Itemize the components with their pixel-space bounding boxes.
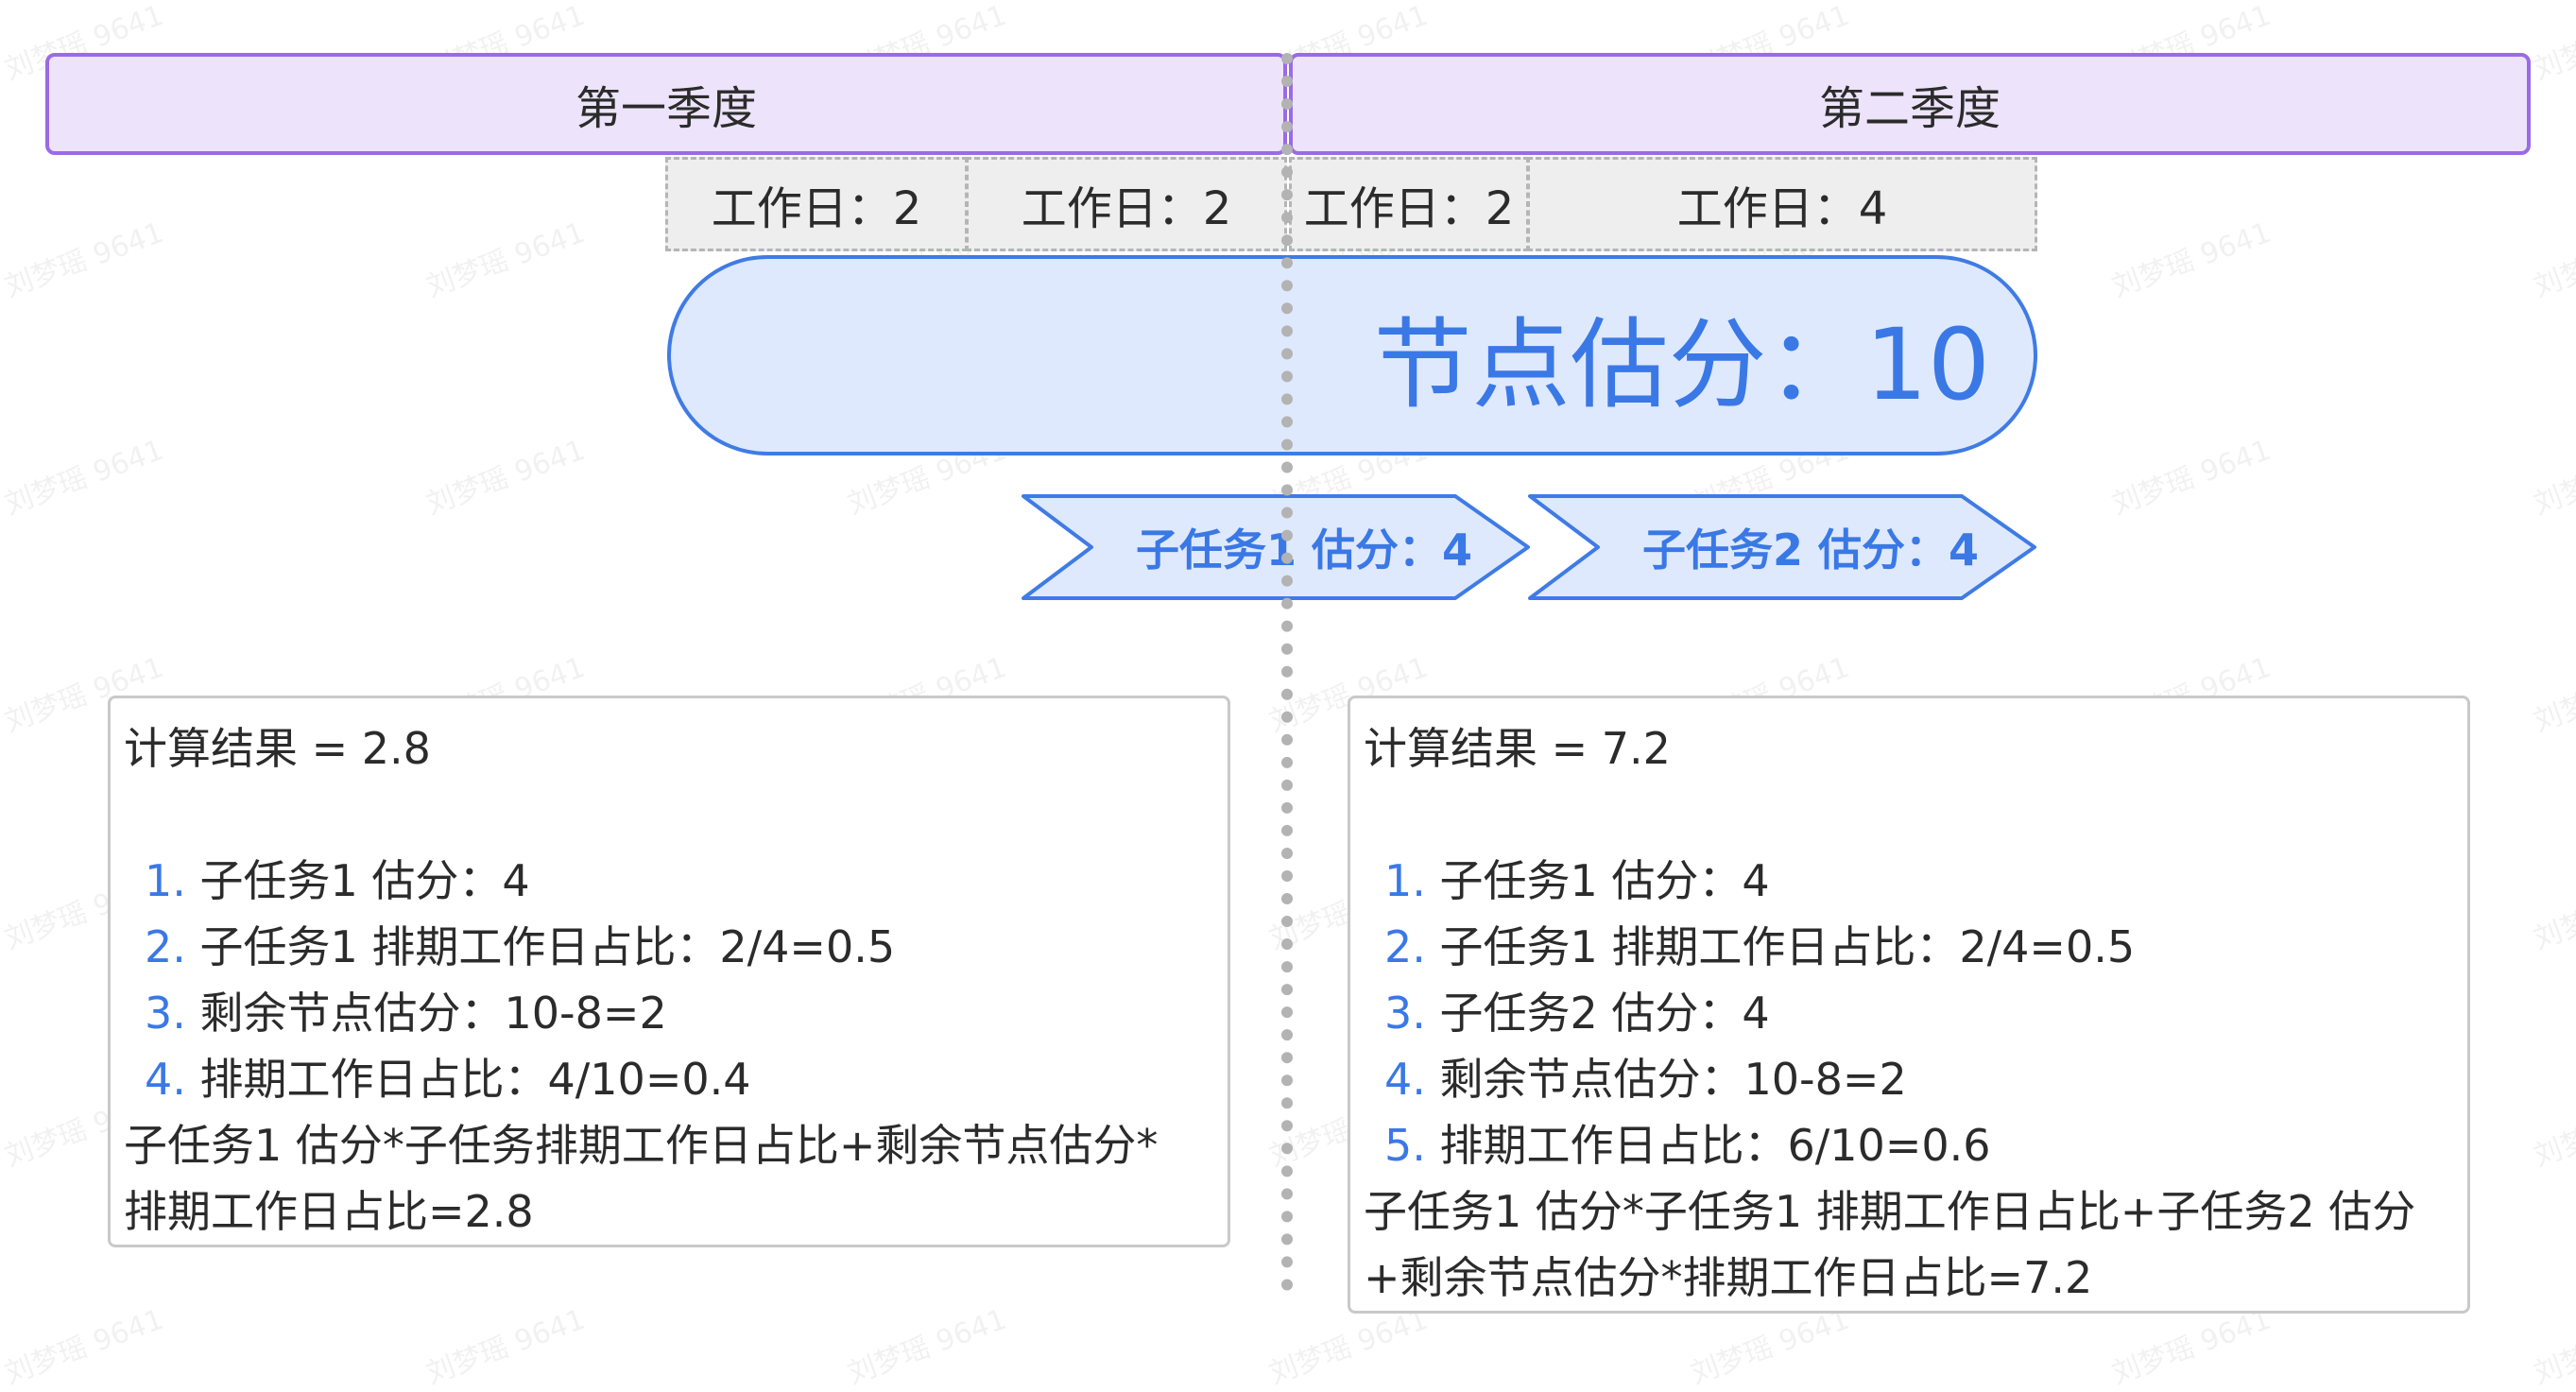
list-text: 剩余节点估分：10-8=2 [1439,1054,1907,1105]
list-text: 子任务1 估分：4 [199,855,530,906]
list-number: 1. [1384,855,1426,906]
watermark-text: 刘梦瑶 9641 [2529,1086,2576,1174]
quarter-1-header: 第一季度 [45,53,1287,155]
list-text: 排期工作日占比：4/10=0.4 [199,1054,751,1105]
watermark-text: 刘梦瑶 9641 [0,433,168,522]
watermark-text: 刘梦瑶 9641 [2107,433,2275,522]
watermark-text: 刘梦瑶 9641 [421,433,590,522]
result-q2-item-3: 3. 子任务2 估分：4 [1384,980,2454,1046]
quarter-1-label: 第一季度 [575,82,757,135]
workday-3-label: 工作日：2 [1303,182,1515,235]
workday-segment-1: 工作日：2 [665,157,968,251]
list-number: 2. [145,921,186,972]
watermark-text: 刘梦瑶 9641 [843,1302,1011,1391]
quarter-divider-line [1281,53,1293,1291]
watermark-text: 刘梦瑶 9641 [2529,216,2576,304]
watermark-text: 刘梦瑶 9641 [0,215,168,304]
subtask-1-label: 子任务1 估分：4 [1135,524,1473,576]
result-q1-item-3: 3. 剩余节点估分：10-8=2 [145,980,1214,1046]
subtask-2-label: 子任务2 估分：4 [1641,524,1980,576]
workday-segment-4: 工作日：4 [1527,157,2037,251]
subtask-2-label-box: 子任务2 估分：4 [1603,493,2018,601]
result-q1-item-1: 1. 子任务1 估分：4 [145,848,1214,914]
watermark-text: 刘梦瑶 9641 [421,1302,590,1391]
watermark-text: 刘梦瑶 9641 [421,215,590,304]
watermark-text: 刘梦瑶 9641 [2529,1303,2576,1391]
result-q2-item-5: 5. 排期工作日占比：6/10=0.6 [1384,1112,2454,1178]
result-q2-spacer [1364,782,2454,848]
result-box-q2: 计算结果 = 7.2 1. 子任务1 估分：4 2. 子任务1 排期工作日占比：… [1348,696,2470,1314]
result-q1-item-4: 4. 排期工作日占比：4/10=0.4 [145,1046,1214,1112]
result-q1-title: 计算结果 = 2.8 [124,723,431,774]
list-text: 剩余节点估分：10-8=2 [199,988,667,1039]
workday-4-label: 工作日：4 [1676,182,1888,235]
result-q2-title: 计算结果 = 7.2 [1364,723,1671,774]
workday-1-label: 工作日：2 [711,182,922,235]
list-text: 子任务1 排期工作日占比：2/4=0.5 [199,921,896,972]
result-q2-formula-line-1: 子任务1 估分*子任务1 排期工作日占比+子任务2 估分 [1364,1186,2416,1237]
result-q2-list: 1. 子任务1 估分：4 2. 子任务1 排期工作日占比：2/4=0.5 3. … [1364,848,2454,1178]
workday-segment-2: 工作日：2 [966,157,1287,251]
workday-segment-3: 工作日：2 [1289,157,1529,251]
quarter-2-label: 第二季度 [1818,82,2001,135]
list-text: 子任务2 估分：4 [1439,988,1770,1039]
list-number: 1. [145,855,186,906]
result-q2-item-2: 2. 子任务1 排期工作日占比：2/4=0.5 [1384,914,2454,980]
node-estimate-pill: 节点估分：10 [667,255,2037,455]
watermark-text: 刘梦瑶 9641 [2107,215,2275,304]
watermark-text: 刘梦瑶 9641 [2529,434,2576,522]
result-q1-spacer [124,782,1214,848]
list-text: 排期工作日占比：6/10=0.6 [1439,1120,1991,1171]
list-text: 子任务1 排期工作日占比：2/4=0.5 [1439,921,2136,972]
result-q1-formula-line-2: 排期工作日占比=2.8 [124,1186,534,1237]
watermark-text: 刘梦瑶 9641 [2529,0,2576,87]
result-q2-item-4: 4. 剩余节点估分：10-8=2 [1384,1046,2454,1112]
result-q1-item-2: 2. 子任务1 排期工作日占比：2/4=0.5 [145,914,1214,980]
result-q1-list: 1. 子任务1 估分：4 2. 子任务1 排期工作日占比：2/4=0.5 3. … [124,848,1214,1112]
result-q1-formula-line-1: 子任务1 估分*子任务排期工作日占比+剩余节点估分* [124,1120,1159,1171]
list-number: 3. [1384,988,1426,1039]
list-number: 2. [1384,921,1426,972]
watermark-text: 刘梦瑶 9641 [2529,868,2576,956]
list-number: 4. [145,1054,186,1105]
watermark-text: 刘梦瑶 9641 [0,1302,168,1391]
diagram-canvas: 刘梦瑶 9641 刘梦瑶 9641 刘梦瑶 9641 刘梦瑶 9641 刘梦瑶 9641… [0,0,2576,1391]
list-number: 3. [145,988,186,1039]
workday-2-label: 工作日：2 [1021,182,1232,235]
subtask-1-label-box: 子任务1 估分：4 [1096,493,1512,601]
list-text: 子任务1 估分：4 [1439,855,1770,906]
result-q2-formula-line-2: +剩余节点估分*排期工作日占比=7.2 [1364,1252,2093,1303]
quarter-2-header: 第二季度 [1289,53,2531,155]
list-number: 5. [1384,1120,1426,1171]
node-estimate-label: 节点估分：10 [1373,306,1990,422]
result-box-q1: 计算结果 = 2.8 1. 子任务1 估分：4 2. 子任务1 排期工作日占比：… [108,696,1230,1247]
list-number: 4. [1384,1054,1426,1105]
result-q2-item-1: 1. 子任务1 估分：4 [1384,848,2454,914]
watermark-text: 刘梦瑶 9641 [2529,651,2576,739]
